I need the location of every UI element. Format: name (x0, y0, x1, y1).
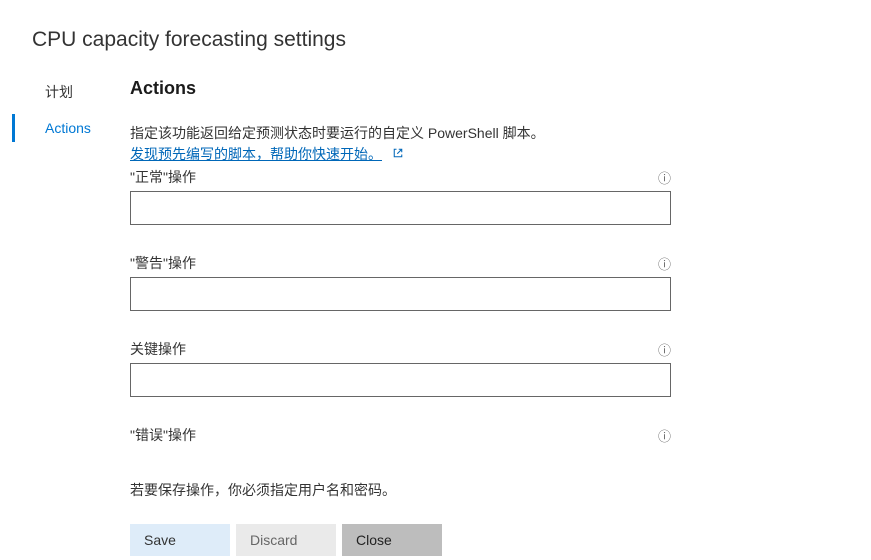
discard-button[interactable]: Discard (236, 524, 336, 556)
sidebar-item-actions[interactable]: Actions (12, 114, 130, 142)
section-heading: Actions (130, 78, 671, 99)
field-error-label: "错误"操作 (130, 425, 196, 445)
help-link-row: 发现预先编写的脚本，帮助你快速开始。 (130, 144, 671, 165)
sidebar: 计划 Actions (0, 76, 130, 556)
info-icon[interactable]: ⓘ (658, 340, 671, 359)
field-normal-input[interactable] (130, 191, 671, 225)
field-normal-label: "正常"操作 (130, 167, 196, 187)
main-panel: Actions 指定该功能返回给定预测状态时要运行的自定义 PowerShell… (130, 76, 871, 556)
info-icon[interactable]: ⓘ (658, 168, 671, 187)
save-button[interactable]: Save (130, 524, 230, 556)
form-area: 指定该功能返回给定预测状态时要运行的自定义 PowerShell 脚本。 发现预… (130, 123, 671, 460)
credentials-note: 若要保存操作，你必须指定用户名和密码。 (130, 480, 671, 500)
field-normal: "正常"操作 ⓘ (130, 167, 671, 225)
info-icon[interactable]: ⓘ (658, 426, 671, 445)
footer-buttons: Save Discard Close (130, 524, 671, 556)
help-link[interactable]: 发现预先编写的脚本，帮助你快速开始。 (130, 146, 382, 162)
info-icon[interactable]: ⓘ (658, 254, 671, 273)
field-error: "错误"操作 ⓘ (130, 425, 671, 445)
external-link-icon (392, 144, 404, 165)
description-text: 指定该功能返回给定预测状态时要运行的自定义 PowerShell 脚本。 (130, 123, 671, 144)
sidebar-item-plan[interactable]: 计划 (12, 76, 130, 108)
field-critical-label: 关键操作 (130, 339, 186, 359)
field-warning-label: "警告"操作 (130, 253, 196, 273)
close-button[interactable]: Close (342, 524, 442, 556)
field-critical-input[interactable] (130, 363, 671, 397)
field-warning-input[interactable] (130, 277, 671, 311)
field-critical: 关键操作 ⓘ (130, 339, 671, 397)
page-title: CPU capacity forecasting settings (0, 0, 871, 52)
field-warning: "警告"操作 ⓘ (130, 253, 671, 311)
